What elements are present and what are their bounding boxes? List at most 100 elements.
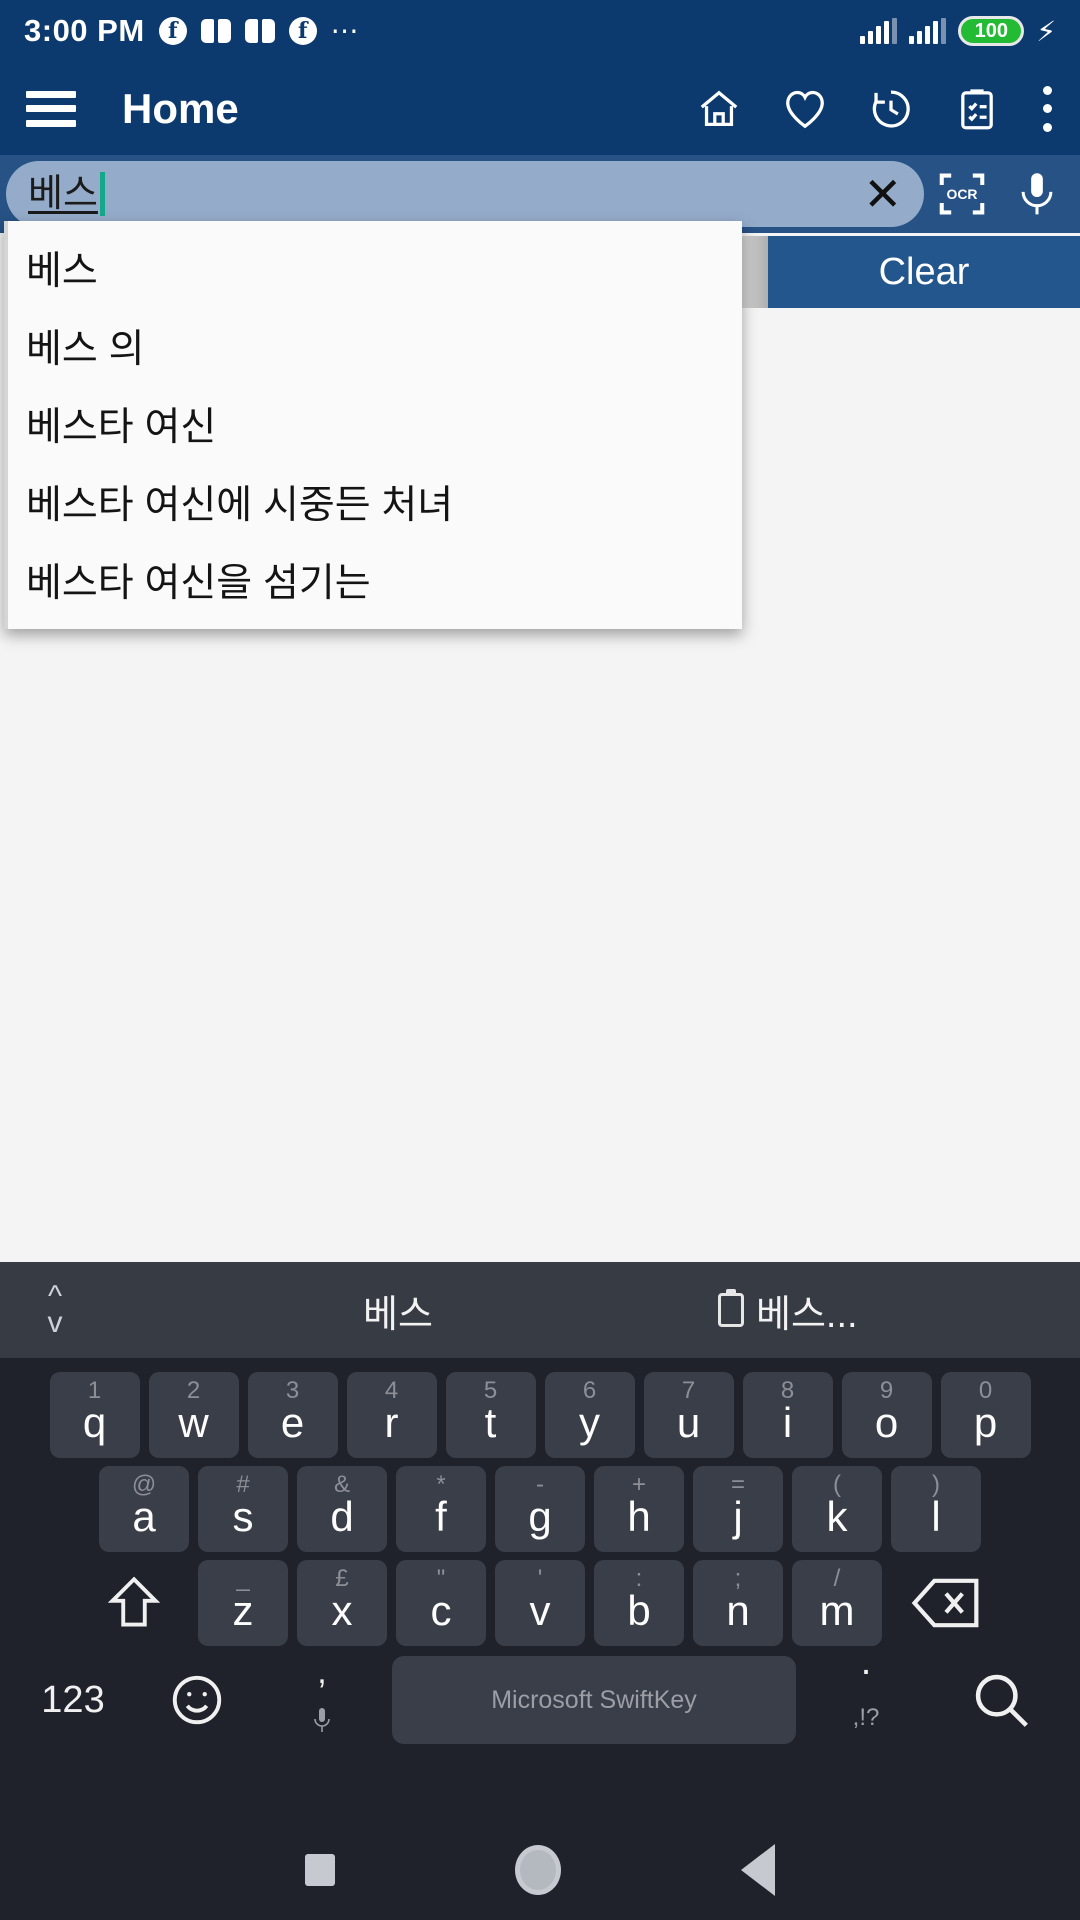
- key-label: i: [782, 1399, 793, 1446]
- recents-square-icon[interactable]: [305, 1854, 335, 1886]
- microphone-icon: [310, 1706, 334, 1744]
- key-x[interactable]: £ x: [297, 1560, 387, 1646]
- keyboard-bottom-row: 123 , Microsoft SwiftKey ,!? .: [0, 1641, 1080, 1750]
- key-p[interactable]: 0p: [940, 1372, 1031, 1458]
- key-label: a: [132, 1493, 156, 1540]
- numbers-key[interactable]: 123: [14, 1679, 132, 1722]
- key-w[interactable]: 2w: [148, 1372, 239, 1458]
- key-label: s: [232, 1493, 254, 1540]
- key-b[interactable]: :b: [594, 1560, 684, 1646]
- emoji-icon[interactable]: [142, 1671, 252, 1729]
- microphone-icon[interactable]: [1000, 168, 1074, 220]
- list-item[interactable]: 베스타 여신: [8, 385, 742, 463]
- ocr-icon[interactable]: OCR: [924, 167, 1000, 221]
- shift-key[interactable]: [79, 1575, 189, 1631]
- clipboard-suggestion-text: 베스...: [756, 1293, 858, 1336]
- key-secondary: 2: [186, 1377, 201, 1404]
- key-e[interactable]: 3e: [247, 1372, 338, 1458]
- history-icon[interactable]: [868, 86, 914, 132]
- key-c[interactable]: " c: [396, 1560, 486, 1646]
- clear-search-icon[interactable]: ✕: [863, 171, 902, 217]
- key-z[interactable]: _ z: [198, 1560, 288, 1646]
- key-s[interactable]: # s: [198, 1466, 288, 1552]
- status-bar-right: 100 ⚡: [860, 15, 1056, 48]
- status-bar: 3:00 PM f f ⋯ 100 ⚡: [0, 0, 1080, 62]
- key-i[interactable]: 8i: [742, 1372, 833, 1458]
- key-secondary: *: [436, 1471, 446, 1498]
- signal-strength-icon: [860, 18, 898, 44]
- key-label: m: [819, 1587, 855, 1634]
- keyboard-clipboard-suggestion[interactable]: 베스...: [718, 1283, 1048, 1338]
- key-t[interactable]: 5t: [445, 1372, 536, 1458]
- key-n[interactable]: ; n: [693, 1560, 783, 1646]
- key-secondary: -: [536, 1471, 544, 1498]
- clear-button[interactable]: Clear: [768, 236, 1080, 308]
- key-q[interactable]: 1q: [49, 1372, 140, 1458]
- key-label: e: [280, 1399, 305, 1446]
- search-icon[interactable]: [936, 1668, 1066, 1732]
- comma-label: ,: [317, 1653, 327, 1691]
- system-navigation-bar: [0, 1820, 1080, 1920]
- key-label: w: [178, 1399, 209, 1446]
- key-g[interactable]: -g: [495, 1466, 585, 1552]
- book-icon: [244, 19, 275, 43]
- key-f[interactable]: * f: [396, 1466, 486, 1552]
- status-bar-left: 3:00 PM f f ⋯: [24, 13, 361, 49]
- expand-collapse-icon[interactable]: ^ v: [32, 1282, 78, 1338]
- book-icon: [200, 19, 231, 43]
- key-secondary: 0: [978, 1377, 993, 1404]
- key-label: p: [973, 1399, 998, 1446]
- key-v[interactable]: ' v: [495, 1560, 585, 1646]
- clipboard-icon: [718, 1289, 744, 1327]
- space-key[interactable]: Microsoft SwiftKey: [392, 1656, 796, 1744]
- facebook-icon: f: [288, 17, 317, 45]
- key-secondary: #: [236, 1471, 250, 1498]
- key-secondary: (: [833, 1471, 841, 1498]
- key-m[interactable]: / m: [792, 1560, 882, 1646]
- key-label: d: [330, 1493, 354, 1540]
- overflow-menu-icon[interactable]: [1040, 85, 1054, 132]
- key-y[interactable]: 6y: [544, 1372, 635, 1458]
- key-label: x: [331, 1587, 353, 1634]
- key-secondary: /: [833, 1565, 841, 1592]
- key-a[interactable]: @ a: [99, 1466, 189, 1552]
- key-k[interactable]: (k: [792, 1466, 882, 1552]
- status-time: 3:00 PM: [24, 13, 145, 48]
- key-h[interactable]: + h: [594, 1466, 684, 1552]
- list-item[interactable]: 베스타 여신을 섬기는: [8, 541, 742, 619]
- key-label: k: [826, 1493, 848, 1540]
- key-label: h: [627, 1493, 651, 1540]
- clipboard-checklist-icon[interactable]: [954, 86, 1000, 132]
- backspace-key[interactable]: [891, 1577, 1001, 1629]
- list-item[interactable]: 베스 의: [8, 307, 742, 385]
- key-secondary: £: [335, 1565, 349, 1592]
- key-j[interactable]: = j: [693, 1466, 783, 1552]
- key-u[interactable]: 7u: [643, 1372, 734, 1458]
- search-input[interactable]: 베스 ✕: [6, 161, 924, 227]
- keyboard-suggestion-center[interactable]: 베스: [78, 1283, 718, 1338]
- key-secondary: 3: [285, 1377, 300, 1404]
- more-notifications-icon: ⋯: [330, 15, 361, 46]
- key-label: l: [931, 1493, 941, 1540]
- key-secondary: 1: [87, 1377, 102, 1404]
- list-item[interactable]: 베스타 여신에 시중든 처녀: [8, 463, 742, 541]
- key-o[interactable]: 9o: [841, 1372, 932, 1458]
- key-l[interactable]: ) l: [891, 1466, 981, 1552]
- key-label: v: [529, 1587, 551, 1634]
- key-label: o: [874, 1399, 899, 1446]
- back-triangle-icon[interactable]: [741, 1844, 775, 1896]
- key-secondary: _: [236, 1565, 250, 1592]
- hamburger-menu-icon[interactable]: [26, 90, 76, 127]
- key-r[interactable]: 4r: [346, 1372, 437, 1458]
- list-item[interactable]: 베스: [8, 229, 742, 307]
- charging-bolt-icon: ⚡: [1036, 15, 1056, 47]
- home-circle-icon[interactable]: [515, 1845, 561, 1895]
- key-label: b: [627, 1587, 651, 1634]
- key-secondary: @: [131, 1471, 157, 1498]
- phone-screen: 3:00 PM f f ⋯ 100 ⚡ Home 베스 ✕ OCR Clear …: [0, 0, 1080, 1920]
- home-icon[interactable]: [696, 86, 742, 132]
- key-label: y: [579, 1399, 600, 1446]
- heart-icon[interactable]: [782, 86, 828, 132]
- keyboard-suggestion-bar: ^ v 베스 베스...: [0, 1262, 1080, 1358]
- key-d[interactable]: & d: [297, 1466, 387, 1552]
